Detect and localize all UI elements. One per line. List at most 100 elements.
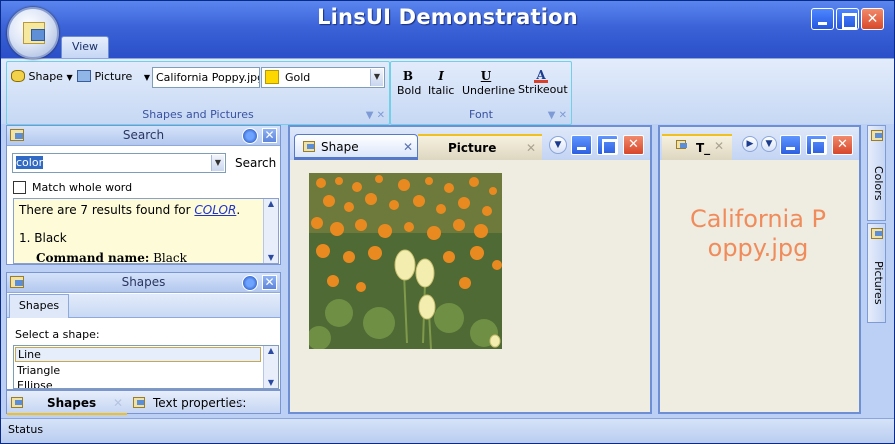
chevron-up-icon[interactable]: ▲ xyxy=(264,346,278,355)
search-button[interactable]: Search xyxy=(235,156,276,170)
shapes-panel: Shapes ✕ Shapes Select a shape: Line Tri… xyxy=(6,272,281,390)
underline-button[interactable]: U Underline xyxy=(462,68,515,100)
close-icon[interactable]: ✕ xyxy=(403,135,413,159)
tab-text[interactable]: T_ ✕ xyxy=(662,134,732,160)
command-name-value: Black xyxy=(153,251,187,264)
application-menu-button[interactable] xyxy=(7,7,59,59)
color-select-value: Gold xyxy=(285,71,311,84)
color-select[interactable]: Gold ▼ xyxy=(261,67,385,88)
picture-dropdown-button[interactable]: Picture ▼ xyxy=(77,67,150,87)
maximize-icon xyxy=(597,135,617,155)
search-panel-title: Search xyxy=(122,128,165,142)
tab-shapes-label: Shapes xyxy=(47,396,97,410)
group-options-icon[interactable]: ▼ ✕ xyxy=(366,110,385,121)
doc-close-button[interactable]: ✕ xyxy=(623,135,644,155)
match-whole-word-checkbox[interactable] xyxy=(13,181,26,194)
right-close-button[interactable]: ✕ xyxy=(832,135,853,155)
bold-button[interactable]: B Bold xyxy=(397,68,422,100)
chevron-up-icon[interactable]: ▲ xyxy=(264,199,278,208)
close-icon[interactable]: ✕ xyxy=(235,391,245,415)
left-dock-tabstrip: Shapes ✕ Text properties: ✕ xyxy=(6,390,281,415)
pin-icon[interactable] xyxy=(242,128,258,144)
window-title: LinsUI Demonstration xyxy=(317,5,578,29)
close-icon[interactable]: ✕ xyxy=(262,128,277,143)
tab-icon xyxy=(133,397,145,408)
app-icon xyxy=(23,22,45,44)
chevron-down-icon: ▼ xyxy=(370,69,383,86)
status-bar: Status xyxy=(1,418,894,443)
pin-icon[interactable] xyxy=(242,275,258,291)
right-maximize-button[interactable] xyxy=(806,135,827,155)
tab-shapes-inner[interactable]: Shapes xyxy=(9,294,69,318)
results-prefix: There are 7 results found for xyxy=(19,203,195,217)
minimize-icon xyxy=(812,9,833,29)
title-bar: LinsUI Demonstration ✕ View xyxy=(1,1,894,58)
results-summary: There are 7 results found for COLOR. xyxy=(19,203,240,217)
close-icon[interactable]: ✕ xyxy=(714,134,724,158)
ribbon-tab-view[interactable]: View xyxy=(61,36,109,58)
close-icon[interactable]: ✕ xyxy=(262,275,277,290)
close-icon[interactable]: ✕ xyxy=(526,136,536,160)
doc-maximize-button[interactable] xyxy=(597,135,618,155)
tab-icon xyxy=(303,141,315,152)
chevron-down-icon[interactable]: ▼ xyxy=(264,378,278,387)
underline-label: Underline xyxy=(462,84,516,97)
tab-shape-label: Shape xyxy=(321,140,359,154)
tab-text-properties[interactable]: Text properties: ✕ xyxy=(129,391,251,415)
search-input[interactable]: color ▼ xyxy=(12,153,226,173)
results-suffix: . xyxy=(236,203,241,217)
shape-listbox[interactable]: Line Triangle Ellipse ▲ ▼ xyxy=(13,345,279,389)
shape-dropdown-button[interactable]: Shape ▼ xyxy=(11,67,73,87)
side-tab-colors-label: Colors xyxy=(872,165,885,201)
chevron-down-icon[interactable]: ▼ xyxy=(549,136,567,154)
minimize-button[interactable] xyxy=(811,8,834,30)
close-button[interactable]: ✕ xyxy=(861,8,884,30)
group-caption-font: Font xyxy=(469,108,493,121)
tab-icon xyxy=(871,228,883,239)
list-item[interactable]: Ellipse xyxy=(17,378,53,388)
poppy-image xyxy=(309,173,502,349)
tab-picture[interactable]: Picture ✕ xyxy=(418,134,542,160)
result-term-link[interactable]: COLOR xyxy=(194,203,236,217)
chevron-down-icon[interactable]: ▼ xyxy=(761,136,777,152)
search-panel: Search ✕ color ▼ Search Match whole word… xyxy=(6,125,281,265)
picture-icon xyxy=(77,70,91,82)
strikeout-icon: A xyxy=(534,68,548,83)
results-scrollbar[interactable]: ▲ ▼ xyxy=(263,199,278,263)
underline-icon: U xyxy=(480,69,492,83)
bold-icon: B xyxy=(402,69,414,83)
maximize-button[interactable] xyxy=(836,8,859,30)
match-whole-word-label: Match whole word xyxy=(32,181,133,194)
side-tab-pictures-label: Pictures xyxy=(872,261,885,305)
list-item[interactable]: Triangle xyxy=(17,363,60,378)
right-document-pane: T_ ✕ ▶ ▼ ✕ California Poppy.jpg xyxy=(658,125,861,414)
maximize-icon xyxy=(806,135,826,155)
right-tabstrip: T_ ✕ ▶ ▼ ✕ xyxy=(660,127,859,160)
side-tab-colors[interactable]: Colors xyxy=(867,125,886,221)
bold-label: Bold xyxy=(397,84,422,97)
strikeout-button[interactable]: A Strikeout xyxy=(518,68,568,100)
command-name-label: Command name: xyxy=(36,251,150,264)
chevron-down-icon[interactable]: ▼ xyxy=(211,155,224,171)
italic-button[interactable]: I Italic xyxy=(428,68,454,100)
doc-minimize-button[interactable] xyxy=(571,135,592,155)
chevron-down-icon[interactable]: ▼ xyxy=(264,253,278,262)
italic-label: Italic xyxy=(428,84,455,97)
group-options-icon[interactable]: ▼ ✕ xyxy=(548,110,567,121)
shape-list-scrollbar[interactable]: ▲ ▼ xyxy=(263,346,278,388)
ribbon-group-font: B Bold I Italic U Underline A Strikeout … xyxy=(390,61,572,125)
picture-file-field[interactable]: California Poppy.jpg xyxy=(152,67,260,88)
result-item[interactable]: 1. Black xyxy=(19,231,67,245)
chevron-right-icon[interactable]: ▶ xyxy=(742,136,758,152)
side-tab-pictures[interactable]: Pictures xyxy=(867,223,886,323)
right-minimize-button[interactable] xyxy=(780,135,801,155)
search-input-value: color xyxy=(16,156,44,169)
tab-icon xyxy=(871,130,883,141)
tab-shapes[interactable]: Shapes ✕ xyxy=(7,391,127,415)
list-item[interactable]: Line xyxy=(15,347,261,362)
search-panel-header: Search ✕ xyxy=(7,126,280,146)
poppy-picture xyxy=(309,173,502,349)
tab-shape[interactable]: Shape ✕ xyxy=(294,134,418,160)
group-caption-shapes-pictures: Shapes and Pictures xyxy=(142,108,254,121)
close-icon[interactable]: ✕ xyxy=(113,391,123,415)
